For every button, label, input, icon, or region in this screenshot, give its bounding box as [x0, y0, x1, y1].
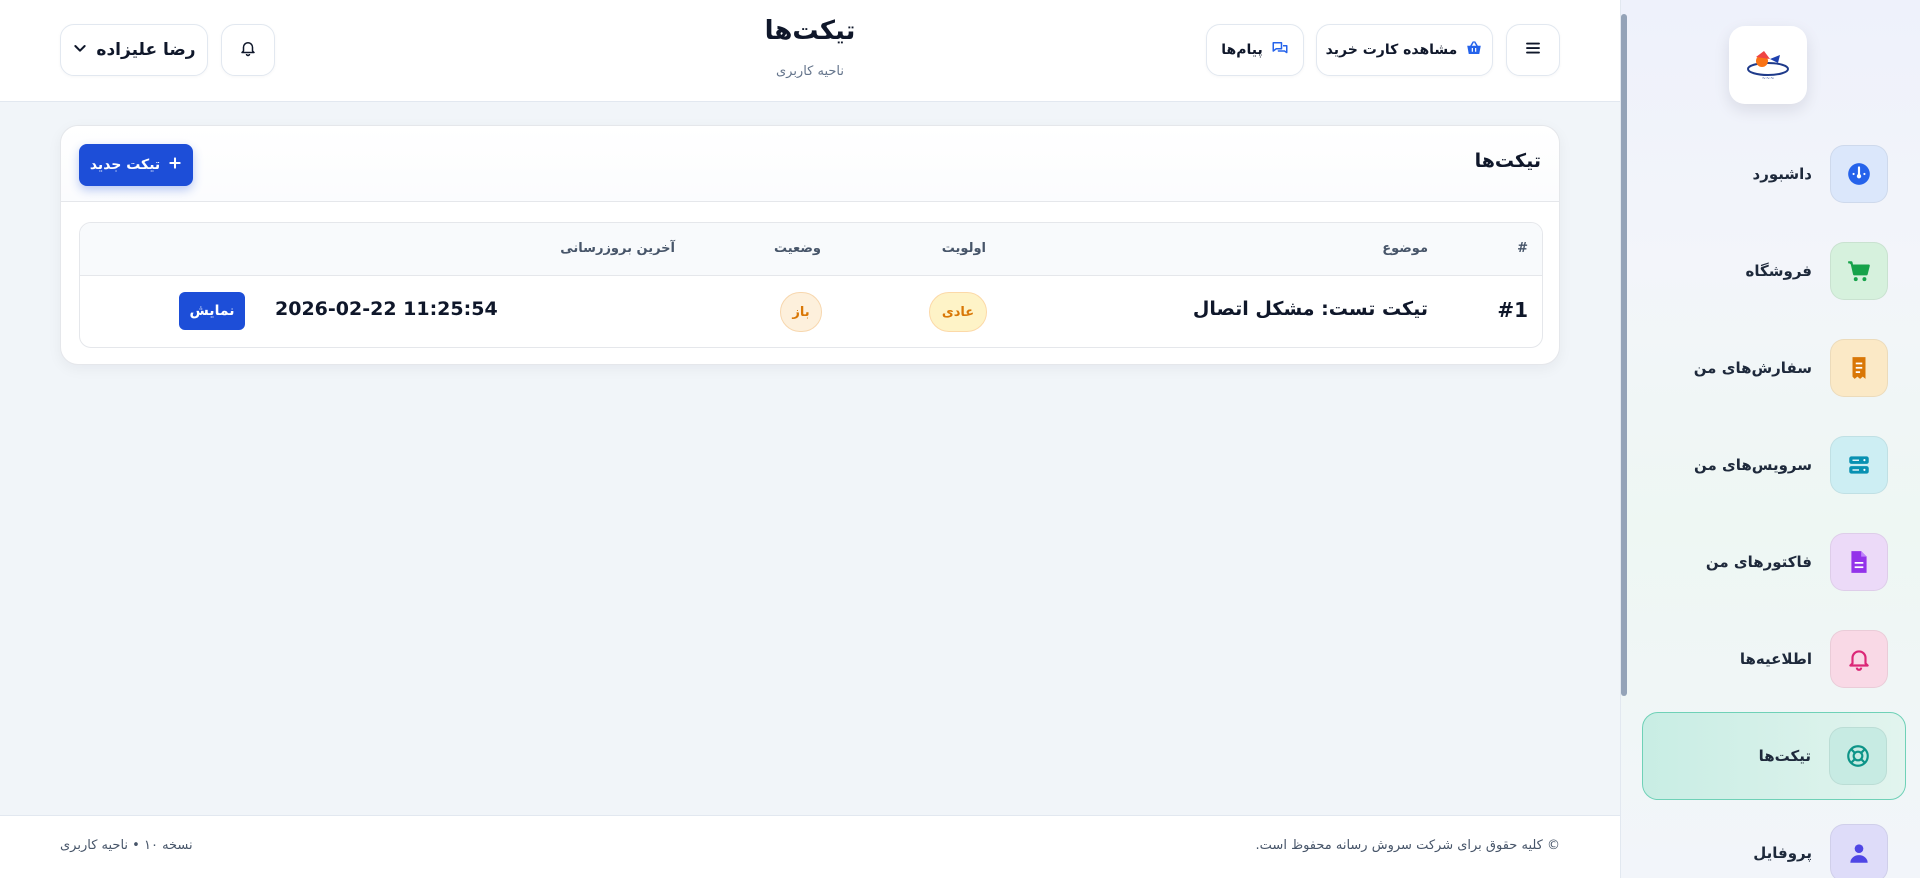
basket-icon [1465, 39, 1483, 61]
messages-button[interactable]: پیام‌ها [1206, 24, 1304, 76]
copyright-text: © کلیه حقوق برای شرکت سروش رسانه محفوظ ا… [1255, 838, 1560, 853]
sidebar-item-label: سرویس‌های من [1693, 456, 1812, 474]
column-header-updated: آخرین بروزرسانی [560, 241, 675, 256]
notification-button[interactable] [221, 24, 275, 76]
lifebuoy-icon [1829, 727, 1887, 785]
user-name: رضا علیزاده [96, 40, 196, 60]
view-cart-button[interactable]: مشاهده کارت خرید [1316, 24, 1493, 76]
sidebar: ~~~ داشبورد فروشگاه سفارش‌های من سرویس‌ه… [1620, 0, 1920, 878]
svg-text:~~~: ~~~ [1762, 76, 1775, 82]
sidebar-item-announcements[interactable]: اطلاعیه‌ها [1642, 615, 1906, 703]
chevron-down-icon [72, 40, 88, 60]
menu-toggle-button[interactable] [1506, 24, 1560, 76]
gauge-icon [1830, 145, 1888, 203]
user-icon [1830, 824, 1888, 878]
column-header-status: وضعیت [773, 241, 821, 256]
version-text: نسخه ۱۰ • ناحیه کاربری [60, 838, 193, 853]
invoice-icon [1830, 533, 1888, 591]
user-menu-button[interactable]: رضا علیزاده [60, 24, 208, 76]
server-icon [1830, 436, 1888, 494]
sidebar-scrollbar[interactable] [1621, 14, 1627, 696]
sidebar-item-label: اطلاعیه‌ها [1739, 650, 1812, 668]
cart-icon [1830, 242, 1888, 300]
sidebar-item-shop[interactable]: فروشگاه [1642, 227, 1906, 315]
card-title: تیکت‌ها [1474, 150, 1541, 172]
page-title: تیکت‌ها [764, 16, 856, 46]
sidebar-item-orders[interactable]: سفارش‌های من [1642, 324, 1906, 412]
sidebar-item-label: تیکت‌ها [1758, 747, 1811, 765]
sidebar-item-label: پروفایل [1753, 844, 1812, 862]
new-ticket-button[interactable]: تیکت جدید [79, 144, 193, 186]
view-ticket-button[interactable]: نمایش [179, 292, 245, 330]
card-header: تیکت‌ها تیکت جدید [61, 126, 1559, 202]
chat-icon [1271, 39, 1289, 61]
sidebar-item-label: داشبورد [1752, 165, 1812, 183]
plus-icon [168, 156, 182, 174]
hamburger-icon [1524, 39, 1542, 61]
sidebar-item-label: سفارش‌های من [1693, 359, 1812, 377]
bell-icon [239, 39, 257, 61]
receipt-icon [1830, 339, 1888, 397]
table-row[interactable]: #1 تیکت تست: مشکل اتصال عادی باز 2026-02… [80, 276, 1542, 347]
sidebar-item-dashboard[interactable]: داشبورد [1642, 130, 1906, 218]
tickets-table: # موضوع اولویت وضعیت آخرین بروزرسانی #1 … [79, 222, 1543, 348]
ticket-subject[interactable]: تیکت تست: مشکل اتصال [1193, 298, 1428, 320]
status-badge: باز [780, 292, 822, 332]
sidebar-item-invoices[interactable]: فاکتورهای من [1642, 518, 1906, 606]
ticket-updated-date: 2026-02-22 11:25:54 [275, 298, 498, 320]
sidebar-item-label: فروشگاه [1745, 262, 1812, 280]
sidebar-item-tickets[interactable]: تیکت‌ها [1642, 712, 1906, 800]
sidebar-item-label: فاکتورهای من [1705, 553, 1812, 571]
new-ticket-label: تیکت جدید [89, 157, 161, 173]
sidebar-item-services[interactable]: سرویس‌های من [1642, 421, 1906, 509]
column-header-subject: موضوع [1382, 241, 1428, 256]
column-header-number: # [1517, 241, 1528, 256]
sidebar-item-profile[interactable]: پروفایل [1642, 809, 1906, 878]
tickets-card: تیکت‌ها تیکت جدید # موضوع اولویت وضعیت آ… [60, 125, 1560, 365]
logo-icon: ~~~ [1747, 51, 1789, 82]
table-header: # موضوع اولویت وضعیت آخرین بروزرسانی [80, 223, 1542, 276]
page-subtitle: ناحیه کاربری [775, 64, 845, 79]
bell-icon [1830, 630, 1888, 688]
company-logo[interactable]: ~~~ [1729, 26, 1807, 104]
messages-label: پیام‌ها [1221, 42, 1263, 58]
column-header-priority: اولویت [941, 241, 986, 256]
footer: © کلیه حقوق برای شرکت سروش رسانه محفوظ ا… [0, 815, 1620, 878]
ticket-number: #1 [1497, 298, 1528, 322]
cart-label: مشاهده کارت خرید [1325, 42, 1458, 58]
top-header: رضا علیزاده تیکت‌ها ناحیه کاربری پیام‌ها… [0, 0, 1620, 102]
priority-badge: عادی [929, 292, 987, 332]
